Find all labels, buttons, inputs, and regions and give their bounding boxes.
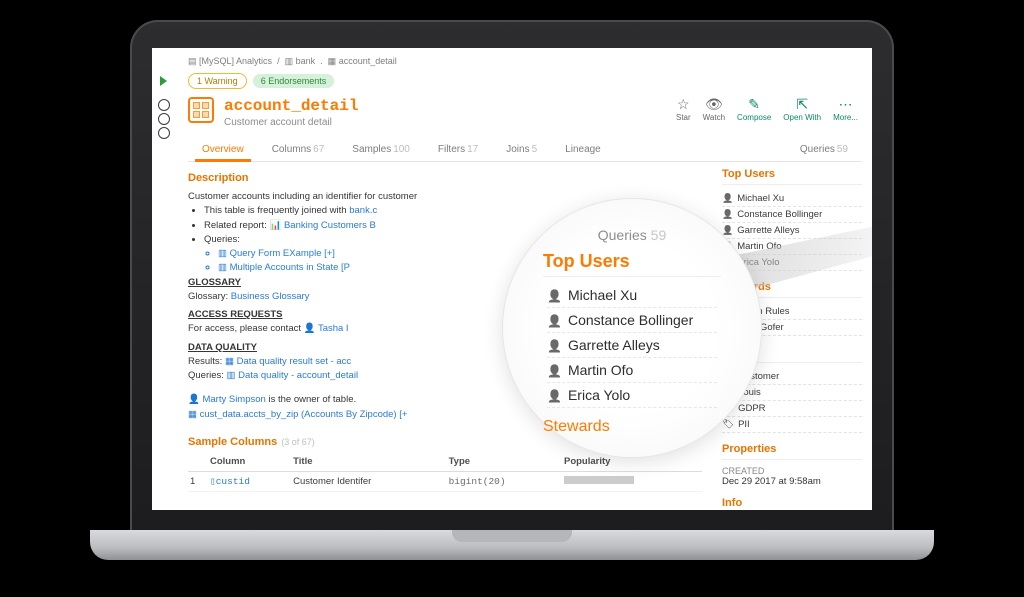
user-link[interactable]: Garrette Alleys	[722, 223, 862, 239]
lens-user[interactable]: Erica Yolo	[547, 383, 717, 408]
asset-title: account_detail	[224, 97, 358, 115]
laptop-base	[90, 530, 934, 560]
related-report-link[interactable]: 📊 Banking Customers B	[269, 220, 375, 231]
tab-joins[interactable]: Joins5	[492, 138, 551, 161]
star-button[interactable]: ☆Star	[676, 97, 691, 122]
more-icon: ⋯	[839, 97, 853, 111]
access-contact-link[interactable]: 👤 Tasha I	[304, 323, 349, 334]
watch-button[interactable]: 👁Watch	[703, 97, 725, 122]
col-column[interactable]: Column	[208, 452, 291, 472]
lens-user[interactable]: Constance Bollinger	[547, 308, 717, 333]
db-icon: ▤	[188, 56, 197, 66]
stop-green-icon	[158, 127, 170, 139]
more-button[interactable]: ⋯More...	[833, 97, 858, 122]
popularity-bar	[564, 476, 634, 484]
dq-results-link[interactable]: ▦ Data quality result set - acc	[225, 356, 351, 367]
info-heading: Info	[722, 497, 862, 510]
table-icon: ▦	[328, 56, 337, 66]
properties-heading: Properties	[722, 443, 862, 460]
warning-badge[interactable]: 1 Warning	[188, 73, 247, 89]
app-screen: ▤ [MySQL] Analytics / ▥ bank . ▦ account…	[152, 48, 872, 510]
zoom-lens: Queries 59 Top Users Michael Xu Constanc…	[502, 198, 762, 458]
breadcrumb-schema[interactable]: bank	[296, 56, 316, 66]
star-icon: ☆	[677, 97, 690, 111]
tab-lineage[interactable]: Lineage	[551, 138, 615, 161]
endorsements-badge[interactable]: 6 Endorsements	[253, 74, 335, 88]
prop-created-value: Dec 29 2017 at 9:58am	[722, 476, 862, 487]
stop-red-icon	[158, 99, 170, 111]
tab-queries[interactable]: Queries59	[786, 138, 862, 161]
user-link[interactable]: Constance Bollinger	[722, 207, 862, 223]
owner-link[interactable]: 👤 Marty Simpson	[188, 394, 266, 405]
col-title[interactable]: Title	[291, 452, 446, 472]
table-row[interactable]: 1 ▯custid Customer Identifer bigint(20)	[188, 471, 702, 491]
asset-subtitle: Customer account detail	[224, 117, 358, 128]
tag-link[interactable]: GDPR	[722, 401, 862, 417]
lineage-table-link[interactable]: ▦ cust_data.accts_by_zip (Accounts By Zi…	[188, 409, 407, 420]
top-users-heading: Top Users	[722, 168, 862, 185]
eye-icon: 👁	[705, 97, 723, 111]
traffic-lights	[158, 99, 170, 139]
tab-filters[interactable]: Filters17	[424, 138, 492, 161]
table-type-icon	[188, 97, 214, 123]
tab-bar: Overview Columns67 Samples100 Filters17 …	[188, 138, 862, 162]
prop-created-label: CREATED	[722, 466, 862, 476]
breadcrumb-db[interactable]: [MySQL] Analytics	[199, 56, 272, 66]
flag-icon[interactable]	[160, 76, 167, 86]
open-with-button[interactable]: ⇱Open With	[783, 97, 821, 122]
lens-top-users-heading: Top Users	[543, 251, 721, 277]
lens-user[interactable]: Garrette Alleys	[547, 333, 717, 358]
col-index	[188, 452, 208, 472]
compose-button[interactable]: ✎Compose	[737, 97, 771, 122]
lens-queries: Queries 59	[598, 227, 667, 243]
status-badges: 1 Warning 6 Endorsements	[188, 73, 862, 89]
open-icon: ⇱	[796, 97, 808, 111]
joined-table-link[interactable]: bank.c	[349, 205, 377, 216]
description-heading: Description	[188, 172, 702, 184]
tab-columns[interactable]: Columns67	[258, 138, 339, 161]
stop-yellow-icon	[158, 113, 170, 125]
lens-user[interactable]: Michael Xu	[547, 283, 717, 308]
lens-user[interactable]: Martin Ofo	[547, 358, 717, 383]
compose-icon: ✎	[748, 97, 760, 111]
tab-samples[interactable]: Samples100	[338, 138, 424, 161]
top-users-list: Michael Xu Constance Bollinger Garrette …	[722, 191, 862, 271]
col-type[interactable]: Type	[447, 452, 562, 472]
tag-link[interactable]: PII	[722, 417, 862, 433]
user-link[interactable]: Michael Xu	[722, 191, 862, 207]
schema-icon: ▥	[285, 56, 294, 66]
glossary-link[interactable]: Business Glossary	[231, 291, 310, 302]
dq-queries-link[interactable]: ▥ Data quality - account_detail	[227, 370, 359, 381]
user-link[interactable]: Martin Ofo	[722, 239, 862, 255]
breadcrumb[interactable]: ▤ [MySQL] Analytics / ▥ bank . ▦ account…	[188, 56, 862, 67]
lens-stewards-heading: Stewards	[543, 418, 721, 436]
action-bar: ☆Star 👁Watch ✎Compose ⇱Open With ⋯More..…	[676, 97, 858, 122]
tab-overview[interactable]: Overview	[188, 138, 258, 161]
breadcrumb-table[interactable]: account_detail	[339, 56, 397, 66]
